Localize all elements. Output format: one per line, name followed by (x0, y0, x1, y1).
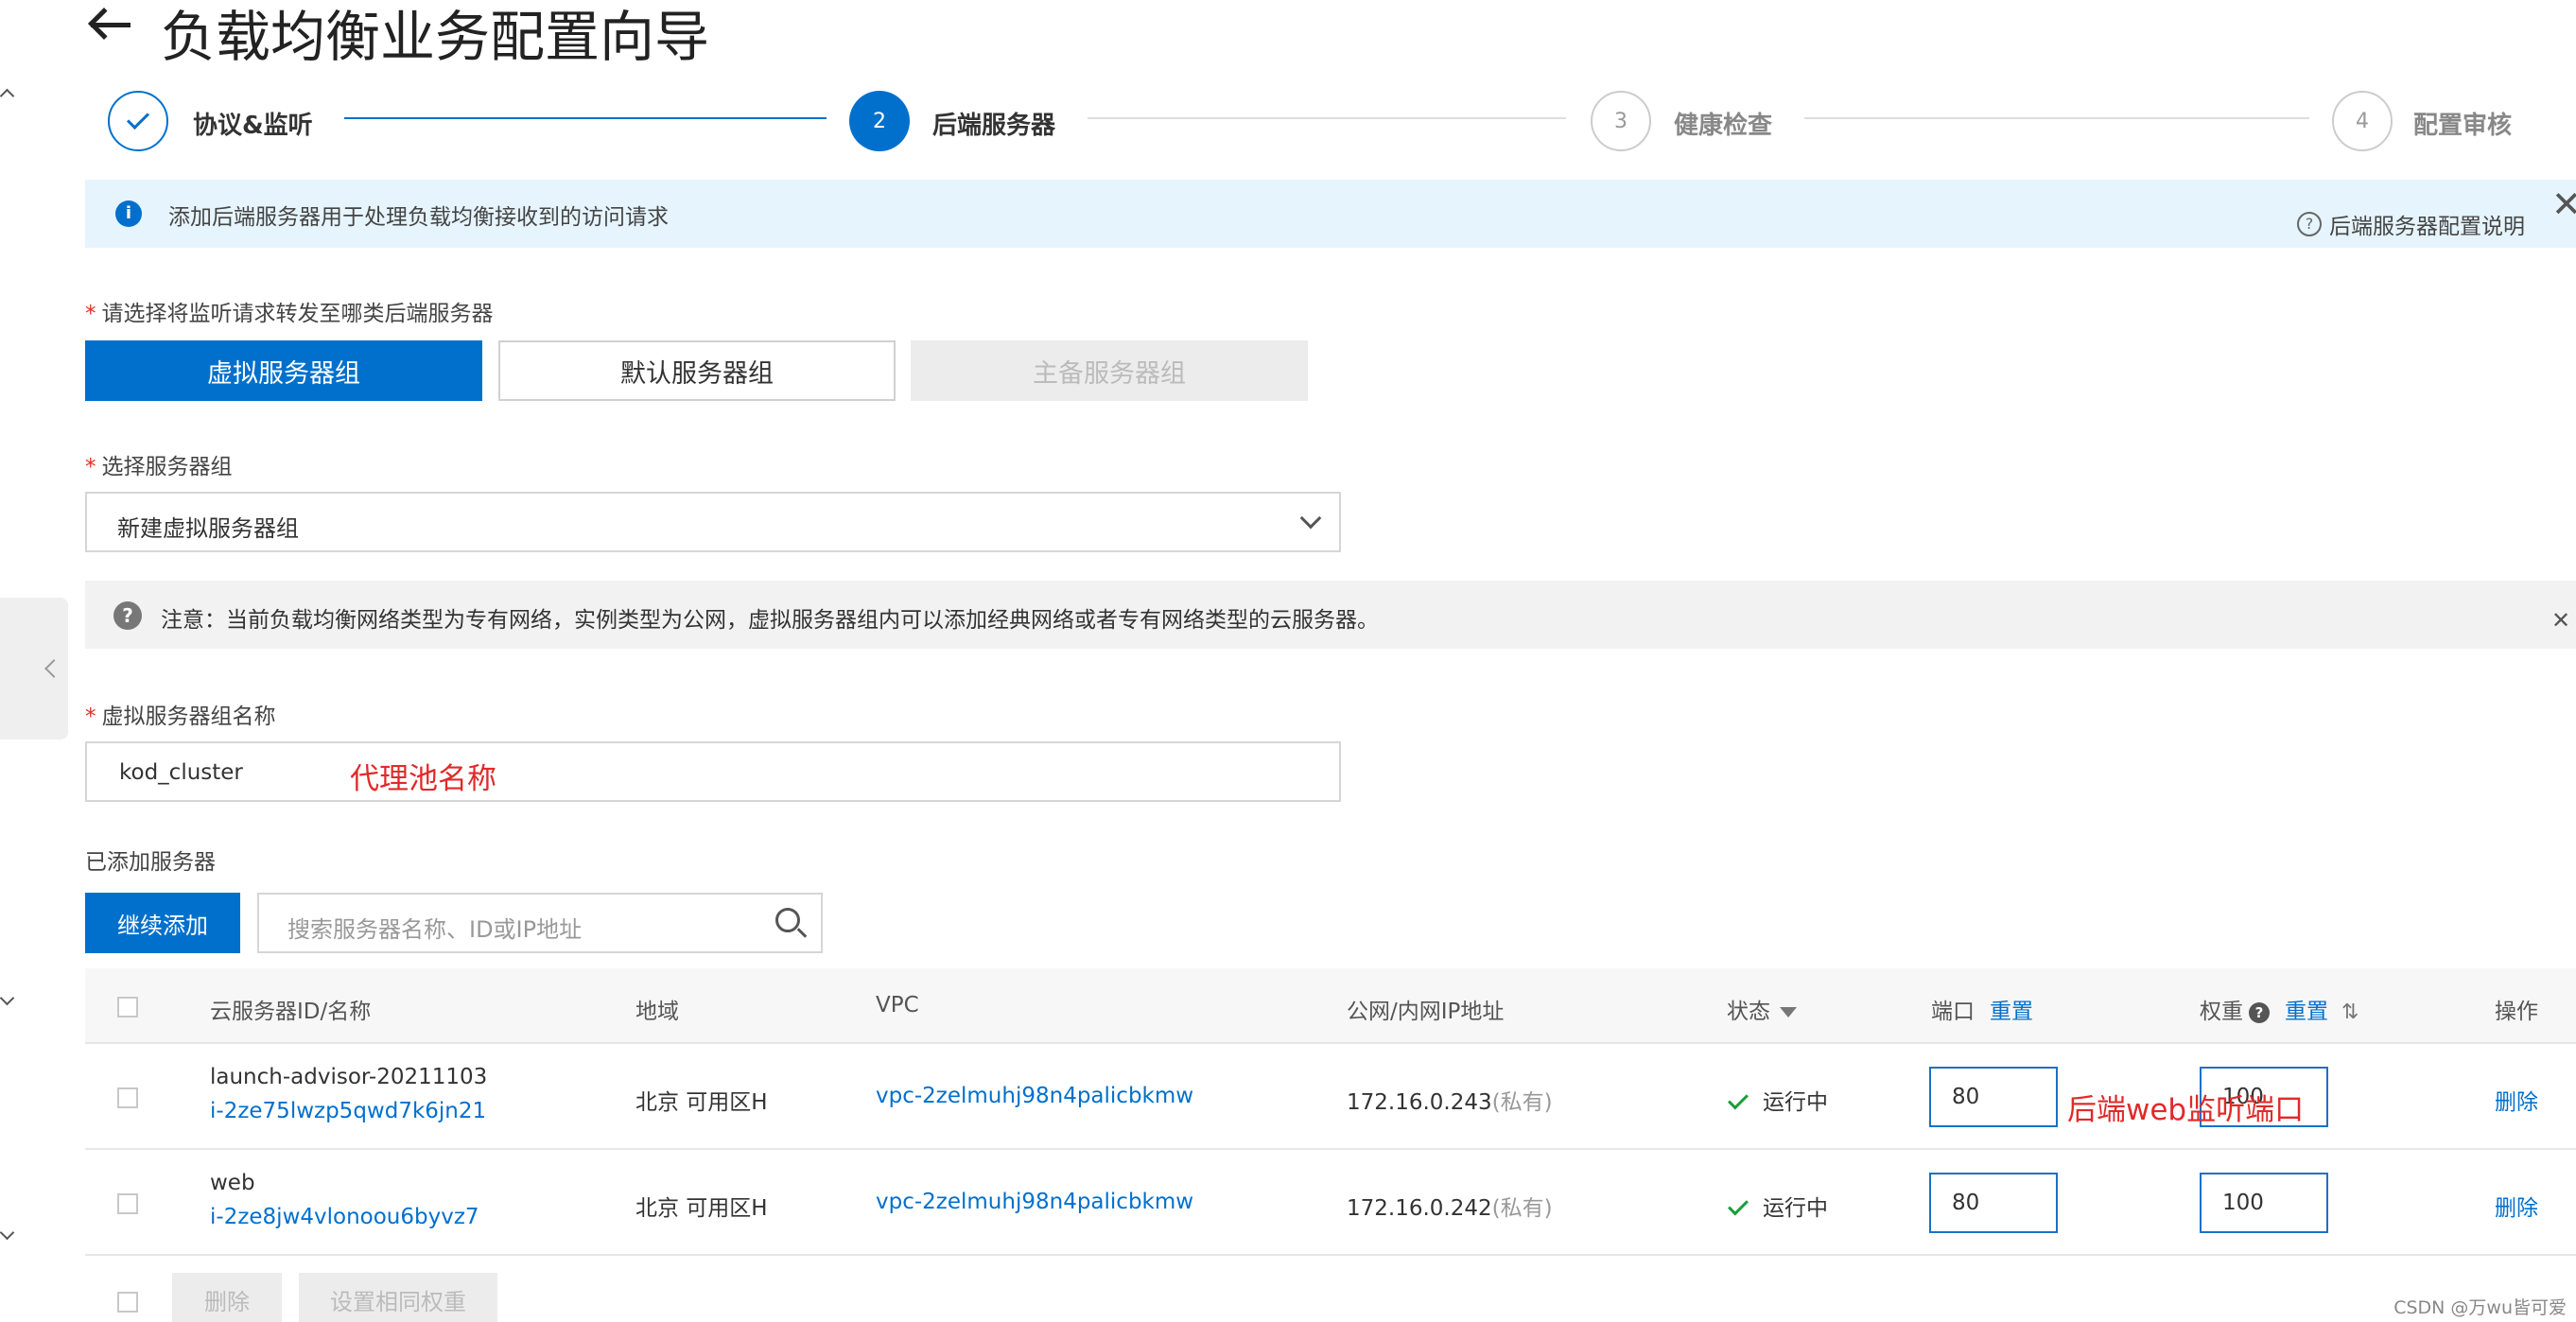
info-banner: i 添加后端服务器用于处理负载均衡接收到的访问请求 ? 后端服务器配置说明 (85, 180, 2576, 248)
bulk-delete-button: 删除 (172, 1273, 282, 1322)
notice-banner: ? 注意：当前负载均衡网络类型为专有网络，实例类型为公网，虚拟服务器组内可以添加… (85, 581, 2576, 649)
added-servers-label: 已添加服务器 (85, 850, 216, 875)
server-region: 北京 可用区H (635, 1090, 768, 1115)
port-annotation: 后端web监听端口 (2067, 1093, 2305, 1127)
table-header: 云服务器ID/名称 地域 VPC 公网/内网IP地址 状态 端口 重置 权重? 重置… (85, 968, 2576, 1044)
server-ip: 172.16.0.243(私有) (1347, 1090, 1553, 1115)
server-group-value: 新建虚拟服务器组 (117, 515, 299, 542)
col-id-name: 云服务器ID/名称 (210, 1000, 372, 1024)
server-id-link[interactable]: i-2ze8jw4vlonoou6byvz7 (210, 1205, 479, 1229)
delete-row-link[interactable]: 删除 (2495, 1190, 2538, 1222)
rail-collapse-icon[interactable] (0, 1227, 15, 1246)
group-name-value: kod_cluster (119, 760, 243, 785)
sidebar-collapse-handle[interactable] (0, 598, 68, 739)
server-vpc-link[interactable]: vpc-2zelmuhj98n4palicbkmw (876, 1190, 1193, 1214)
filter-icon[interactable] (1780, 1007, 1797, 1018)
step-1-check-icon (108, 91, 168, 151)
help-link[interactable]: ? 后端服务器配置说明 (2297, 208, 2525, 240)
search-icon[interactable] (775, 908, 808, 940)
virtual-group-button[interactable]: 虚拟服务器组 (85, 340, 482, 401)
chevron-down-icon (1299, 507, 1322, 530)
port-reset-link[interactable]: 重置 (1990, 1000, 2033, 1024)
weight-help-icon[interactable]: ? (2249, 1001, 2270, 1023)
col-weight: 权重? 重置 ⇅ (2200, 1000, 2359, 1024)
sort-icon[interactable]: ⇅ (2341, 1000, 2358, 1024)
server-group-select[interactable]: 新建虚拟服务器组 (85, 492, 1341, 552)
step-2-circle: 2 (849, 91, 910, 151)
back-arrow-icon[interactable] (87, 6, 134, 43)
step-connector (1804, 117, 2309, 119)
row-checkbox[interactable] (117, 1087, 138, 1108)
step-1-label: 协议&监听 (193, 112, 313, 140)
table-row: web i-2ze8jw4vlonoou6byvz7 北京 可用区H vpc-2… (85, 1150, 2576, 1256)
notice-text: 注意：当前负载均衡网络类型为专有网络，实例类型为公网，虚拟服务器组内可以添加经典… (161, 608, 1379, 633)
server-status: 运行中 (1728, 1190, 1828, 1222)
step-connector (344, 117, 827, 119)
continue-add-button[interactable]: 继续添加 (85, 893, 240, 953)
server-status: 运行中 (1728, 1084, 1828, 1116)
col-port: 端口 重置 (1931, 1000, 2033, 1024)
row-checkbox[interactable] (117, 1193, 138, 1214)
close-icon[interactable]: ✕ (2551, 607, 2570, 634)
server-region: 北京 可用区H (635, 1196, 768, 1221)
default-group-button[interactable]: 默认服务器组 (498, 340, 896, 401)
running-check-icon (1728, 1088, 1749, 1110)
server-id-link[interactable]: i-2ze75lwzp5qwd7k6jn21 (210, 1099, 486, 1123)
page-title: 负载均衡业务配置向导 (161, 5, 710, 69)
step-2-label: 后端服务器 (932, 112, 1056, 140)
help-question-icon: ? (2297, 212, 2322, 236)
server-group-label: * 选择服务器组 (85, 455, 233, 479)
col-status: 状态 (1727, 993, 1797, 1025)
info-text: 添加后端服务器用于处理负载均衡接收到的访问请求 (168, 205, 669, 230)
port-input[interactable]: 80 (1929, 1067, 2058, 1127)
set-same-weight-button: 设置相同权重 (299, 1273, 497, 1322)
port-input[interactable]: 80 (1929, 1173, 2058, 1233)
server-vpc-link[interactable]: vpc-2zelmuhj98n4palicbkmw (876, 1084, 1193, 1108)
col-vpc: VPC (876, 993, 919, 1018)
footer-select-all-checkbox[interactable] (117, 1292, 138, 1313)
col-region: 地域 (635, 1000, 679, 1024)
step-3-circle: 3 (1591, 91, 1651, 151)
group-name-annotation: 代理池名称 (350, 762, 496, 796)
server-name: launch-advisor-20211103 (210, 1065, 488, 1089)
help-link-label: 后端服务器配置说明 (2329, 215, 2525, 239)
search-placeholder: 搜索服务器名称、ID或IP地址 (287, 916, 583, 943)
server-type-label: * 请选择将监听请求转发至哪类后端服务器 (85, 302, 494, 326)
group-name-input[interactable]: kod_cluster (85, 741, 1341, 802)
select-all-checkbox[interactable] (117, 997, 138, 1018)
col-ip: 公网/内网IP地址 (1347, 1000, 1505, 1024)
info-icon: i (115, 200, 142, 227)
server-search-input[interactable]: 搜索服务器名称、ID或IP地址 (257, 893, 823, 953)
delete-row-link[interactable]: 删除 (2495, 1084, 2538, 1116)
active-standby-group-button: 主备服务器组 (911, 340, 1308, 401)
step-4-circle: 4 (2332, 91, 2393, 151)
rail-expand-icon[interactable] (0, 87, 15, 106)
question-icon: ? (113, 601, 142, 630)
close-icon[interactable]: ✕ (2551, 183, 2576, 225)
col-action: 操作 (2495, 1000, 2538, 1024)
step-3-label: 健康检查 (1674, 112, 1773, 140)
weight-reset-link[interactable]: 重置 (2285, 1000, 2328, 1024)
step-connector (1088, 117, 1566, 119)
step-4-label: 配置审核 (2413, 112, 2513, 140)
server-name: web (210, 1171, 255, 1195)
watermark: CSDN @万wu皆可爱 (2393, 1297, 2567, 1318)
group-name-label: * 虚拟服务器组名称 (85, 704, 276, 729)
rail-collapse-icon[interactable] (0, 993, 15, 1012)
server-ip: 172.16.0.242(私有) (1347, 1196, 1553, 1221)
running-check-icon (1728, 1194, 1749, 1216)
weight-input[interactable]: 100 (2200, 1173, 2328, 1233)
